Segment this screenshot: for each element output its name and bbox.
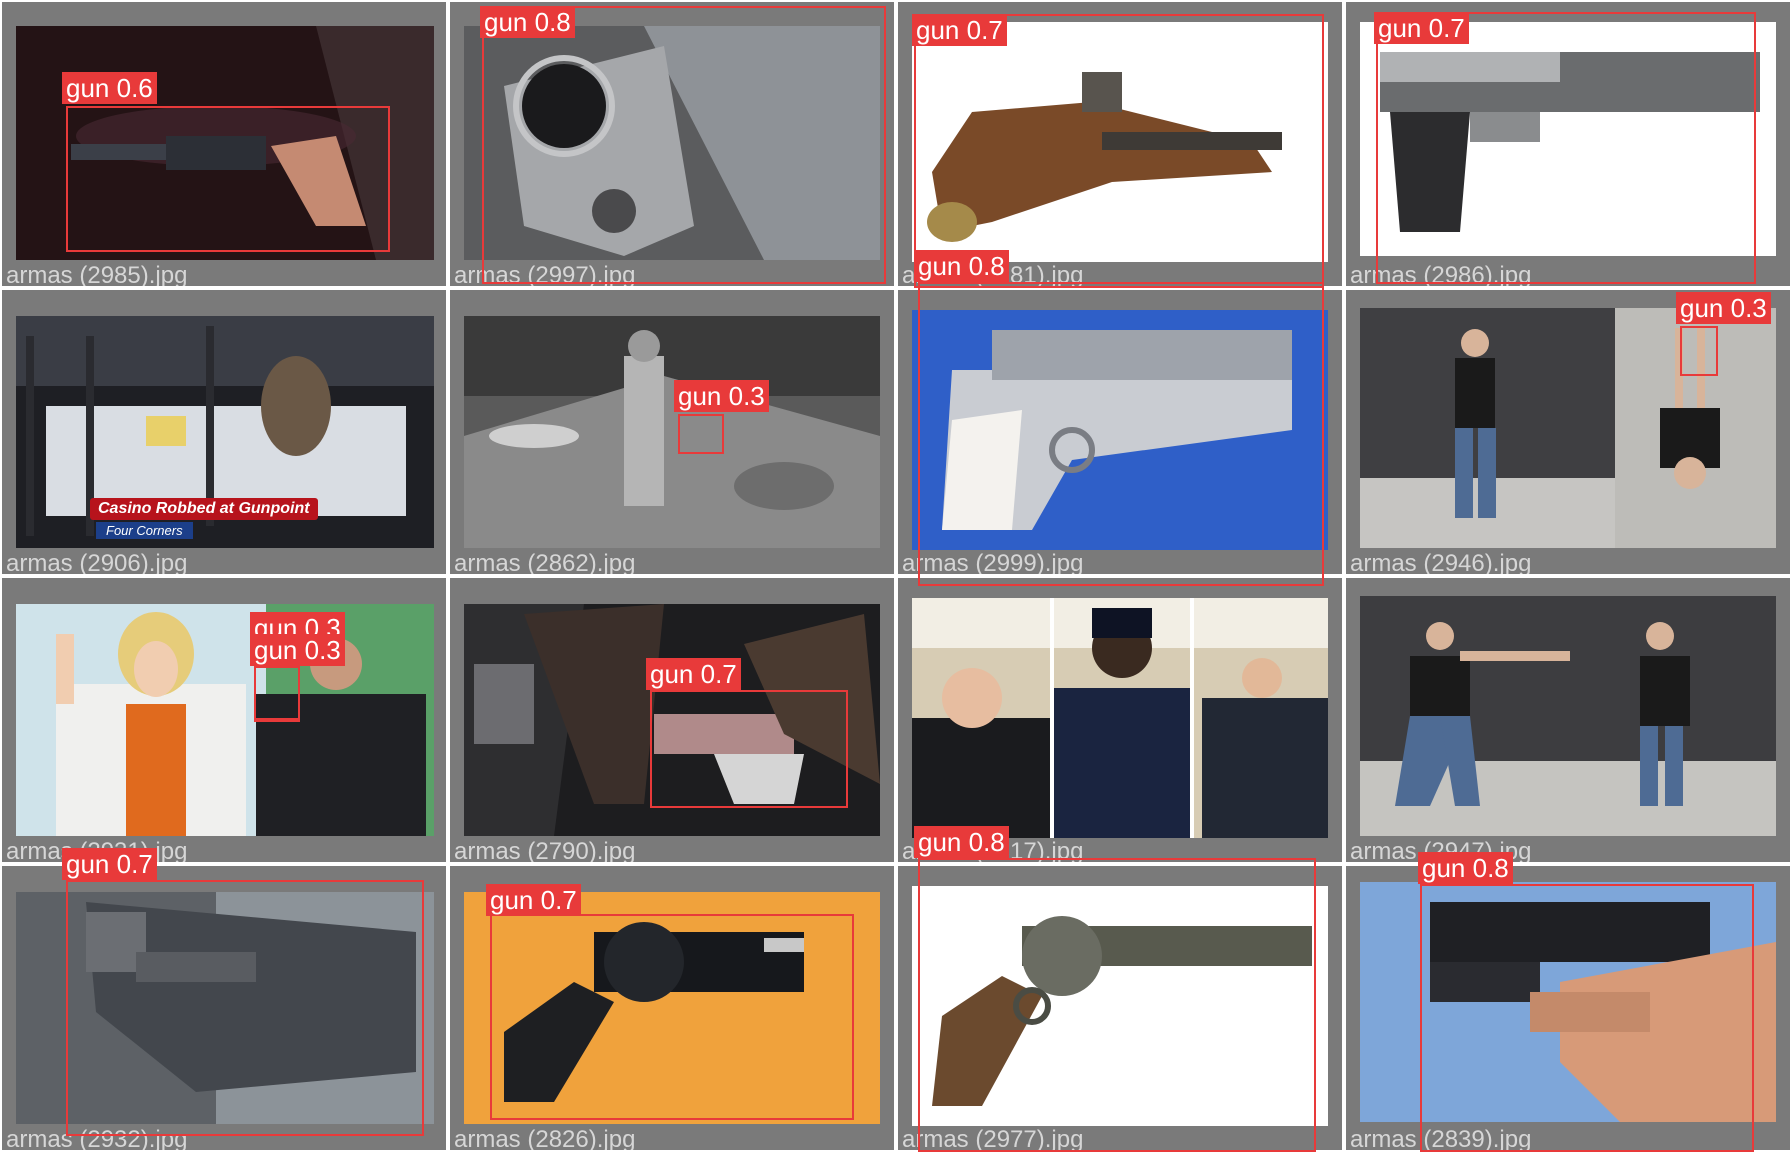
tile-photo: [912, 22, 1328, 262]
tile-photo: [464, 26, 880, 260]
image-filename: armas (2981).jpg: [902, 262, 1084, 286]
tile-photo: [912, 886, 1328, 1126]
image-tile: armas (2999).jpg: [898, 290, 1342, 574]
image-filename: armas (2986).jpg: [1350, 262, 1532, 286]
image-tile: armas (2839).jpg: [1346, 866, 1790, 1150]
image-filename: armas (2839).jpg: [1350, 1126, 1532, 1150]
tile-photo: [16, 892, 434, 1124]
image-tile: armas (2817).jpg: [898, 578, 1342, 862]
tile-photo: [1360, 308, 1776, 548]
tile-photo: [912, 310, 1328, 550]
image-tile: Casino Robbed at Gunpoint Four Corners a…: [2, 290, 446, 574]
image-filename: armas (2947).jpg: [1350, 838, 1532, 862]
tile-photo: [1360, 22, 1776, 256]
image-tile: armas (2932).jpg: [2, 866, 446, 1150]
image-filename: armas (2862).jpg: [454, 550, 636, 574]
tile-photo: [16, 604, 434, 836]
tile-photo: [464, 604, 880, 836]
news-subcaption: Four Corners: [96, 522, 193, 539]
image-tile: armas (2977).jpg: [898, 866, 1342, 1150]
image-filename: armas (2946).jpg: [1350, 550, 1532, 574]
tile-photo: [1360, 882, 1776, 1122]
image-tile: armas (2946).jpg: [1346, 290, 1790, 574]
tile-photo: [464, 316, 880, 548]
image-tile: armas (2986).jpg: [1346, 2, 1790, 286]
tile-photo: [464, 892, 880, 1124]
tile-photo: [16, 26, 434, 260]
tile-photo: [1360, 596, 1776, 836]
image-filename: armas (2977).jpg: [902, 1126, 1084, 1150]
image-filename: armas (2790).jpg: [454, 838, 636, 862]
image-filename: armas (2932).jpg: [6, 1126, 188, 1150]
image-tile: armas (2947).jpg: [1346, 578, 1790, 862]
image-tile: armas (2790).jpg: [450, 578, 894, 862]
image-filename: armas (2985).jpg: [6, 262, 188, 286]
news-caption: Casino Robbed at Gunpoint: [90, 498, 318, 520]
detection-mosaic: armas (2985).jpg armas (2997).jpg armas …: [0, 0, 1792, 1152]
image-filename: armas (2997).jpg: [454, 262, 636, 286]
image-tile: armas (2931).jpg: [2, 578, 446, 862]
tile-photo: [912, 598, 1328, 838]
image-filename: armas (2906).jpg: [6, 550, 188, 574]
image-tile: armas (2826).jpg: [450, 866, 894, 1150]
image-filename: armas (2931).jpg: [6, 838, 188, 862]
image-tile: armas (2985).jpg: [2, 2, 446, 286]
image-tile: armas (2862).jpg: [450, 290, 894, 574]
image-tile: armas (2981).jpg: [898, 2, 1342, 286]
image-filename: armas (2817).jpg: [902, 838, 1084, 862]
image-filename: armas (2826).jpg: [454, 1126, 636, 1150]
image-tile: armas (2997).jpg: [450, 2, 894, 286]
image-filename: armas (2999).jpg: [902, 550, 1084, 574]
